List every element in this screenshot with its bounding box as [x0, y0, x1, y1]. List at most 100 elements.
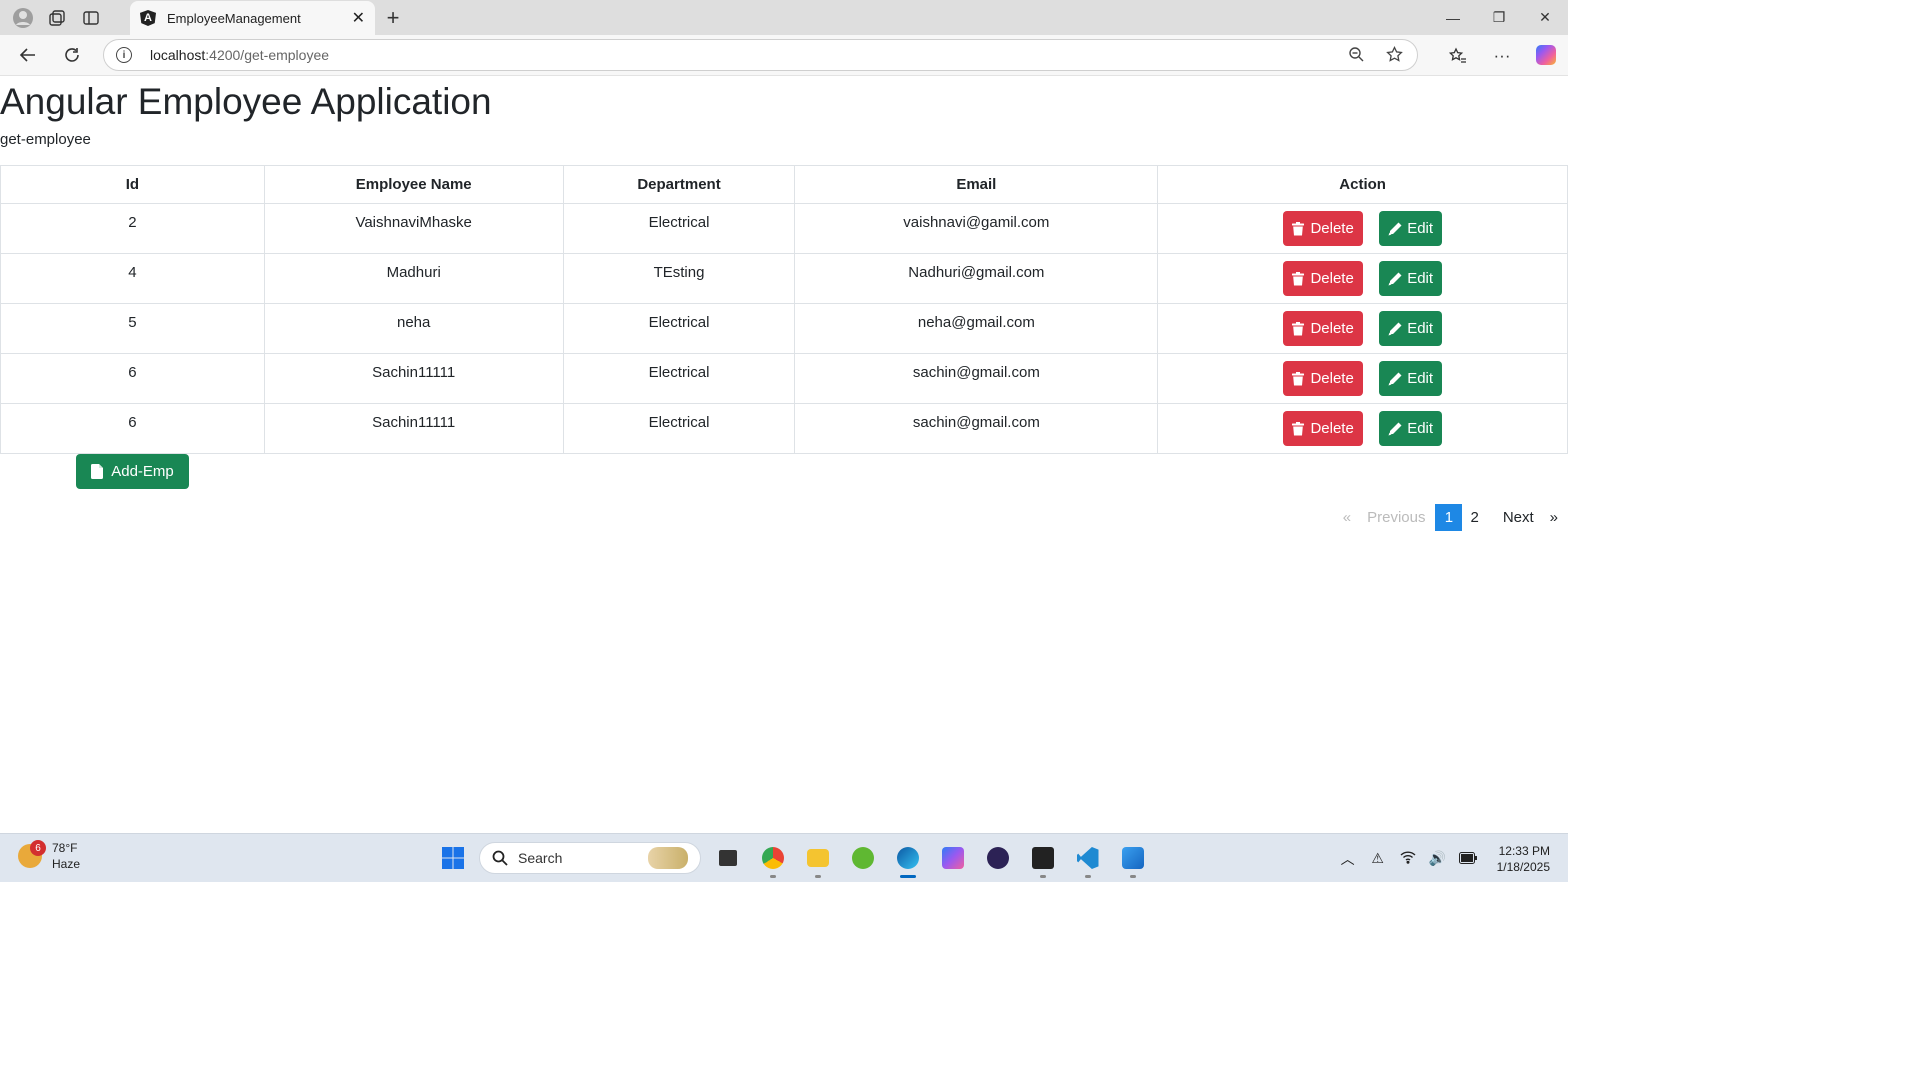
pagination-next[interactable]: Next [1495, 509, 1542, 526]
running-indicator [814, 875, 821, 878]
weather-temp: 78°F [52, 841, 78, 855]
column-header-name: Employee Name [263, 165, 564, 204]
cell-id: 5 [0, 303, 265, 354]
table-row: 2 VaishnaviMhaske Electrical vaishnavi@gami… [0, 203, 1568, 254]
column-header-email: Email [794, 165, 1159, 204]
eclipse-icon[interactable] [975, 838, 1020, 878]
copilot-icon[interactable] [1536, 45, 1556, 65]
browser-toolbar-right: ··· [1436, 35, 1568, 76]
edit-button[interactable]: Edit [1379, 211, 1443, 246]
close-tab-icon[interactable]: ✕ [352, 8, 365, 28]
clock-time: 12:33 PM [1498, 843, 1550, 858]
terminal-icon[interactable] [1020, 838, 1065, 878]
profile-icon[interactable] [6, 0, 40, 35]
delete-label: Delete [1310, 270, 1354, 287]
trash-icon [1292, 271, 1307, 286]
edit-button[interactable]: Edit [1379, 361, 1443, 396]
running-indicator [1129, 875, 1136, 878]
pagination-page-2[interactable]: 2 [1462, 509, 1486, 526]
cell-id: 2 [0, 203, 265, 254]
paint-icon[interactable] [1110, 838, 1155, 878]
network-alert-icon[interactable]: ⚠ [1363, 850, 1393, 867]
chevron-up-icon[interactable]: ︿ [1333, 849, 1363, 869]
reload-icon[interactable] [50, 35, 94, 76]
vertical-tabs-icon[interactable] [74, 0, 108, 35]
taskbar-search[interactable]: Search [479, 842, 701, 874]
delete-button[interactable]: Delete [1283, 211, 1364, 246]
edit-button[interactable]: Edit [1379, 311, 1443, 346]
active-indicator [899, 875, 916, 878]
favorite-star-icon[interactable] [1386, 45, 1403, 68]
pagination-previous: Previous [1367, 509, 1426, 526]
search-icon [492, 850, 508, 866]
cell-department: Electrical [562, 203, 796, 254]
address-bar[interactable]: i localhost:4200/get-employee [103, 39, 1418, 71]
file-explorer-icon[interactable] [795, 838, 840, 878]
cell-actions: Delete Edit [1157, 253, 1568, 304]
running-indicator [1039, 875, 1046, 878]
edge-icon[interactable] [885, 838, 930, 878]
trash-icon [1292, 421, 1307, 436]
cell-email: sachin@gmail.com [794, 403, 1159, 454]
pagination: « Previous 1 2 Next » [1335, 504, 1568, 531]
employee-table: Id Employee Name Department Email Action… [0, 165, 1568, 454]
minimize-icon[interactable]: — [1430, 0, 1476, 35]
workspaces-icon[interactable] [40, 0, 74, 35]
weather-desc: Haze [52, 857, 81, 871]
pencil-icon [1388, 422, 1405, 436]
add-employee-button[interactable]: Add-Emp [76, 454, 189, 489]
delete-button[interactable]: Delete [1283, 411, 1364, 446]
windows-taskbar: 6 78°F Haze Search ︿ ⚠ 🔊 12:33 PM 1/18/2… [0, 833, 1568, 882]
edit-label: Edit [1407, 270, 1434, 287]
new-tab-icon[interactable]: + [380, 0, 406, 35]
favorites-icon[interactable] [1436, 35, 1480, 76]
delete-button[interactable]: Delete [1283, 311, 1364, 346]
pencil-icon [1388, 372, 1405, 386]
clock-date: 1/18/2025 [1496, 859, 1550, 874]
system-tray: ︿ ⚠ 🔊 12:33 PM 1/18/2025 [1333, 834, 1568, 883]
cell-actions: Delete Edit [1157, 353, 1568, 404]
back-icon[interactable] [6, 35, 50, 76]
pagination-first: « [1342, 509, 1352, 526]
system-clock[interactable]: 12:33 PM 1/18/2025 [1497, 843, 1550, 875]
volume-icon[interactable]: 🔊 [1423, 850, 1453, 867]
edit-button[interactable]: Edit [1379, 261, 1443, 296]
spring-tool-icon[interactable] [840, 838, 885, 878]
tab-employee-management[interactable]: A EmployeeManagement ✕ [130, 1, 375, 35]
cell-id: 4 [0, 253, 265, 304]
weather-widget[interactable]: 6 78°F Haze [18, 840, 80, 872]
cell-name: neha [263, 303, 564, 354]
column-header-id: Id [0, 165, 265, 204]
battery-icon[interactable] [1453, 851, 1483, 867]
add-employee-label: Add-Emp [111, 463, 174, 480]
cell-department: Electrical [562, 353, 796, 404]
weather-badge: 6 [30, 840, 46, 856]
pagination-page-1[interactable]: 1 [1435, 504, 1463, 531]
edit-label: Edit [1407, 420, 1434, 437]
cell-name: Sachin11111 [263, 353, 564, 404]
table-row: 5 neha Electrical neha@gmail.com Delete Edit [0, 303, 1568, 354]
more-options-icon[interactable]: ··· [1480, 35, 1524, 76]
chrome-icon[interactable] [750, 838, 795, 878]
site-info-icon[interactable]: i [116, 47, 132, 63]
cell-email: sachin@gmail.com [794, 353, 1159, 404]
start-icon[interactable] [430, 838, 475, 878]
vscode-icon[interactable] [1065, 838, 1110, 878]
delete-button[interactable]: Delete [1283, 261, 1364, 296]
copilot-app-icon[interactable] [930, 838, 975, 878]
weather-icon: 6 [18, 840, 46, 868]
edit-button[interactable]: Edit [1379, 411, 1443, 446]
delete-button[interactable]: Delete [1283, 361, 1364, 396]
zoom-out-icon[interactable] [1348, 46, 1364, 68]
task-view-icon[interactable] [705, 838, 750, 878]
trash-icon [1292, 221, 1307, 236]
cell-actions: Delete Edit [1157, 403, 1568, 454]
restore-icon[interactable]: ❐ [1476, 0, 1522, 35]
wifi-icon[interactable] [1393, 850, 1423, 867]
close-window-icon[interactable]: ✕ [1522, 0, 1568, 35]
running-indicator [769, 875, 776, 878]
window-controls: — ❐ ✕ [1430, 0, 1568, 35]
pagination-last[interactable]: » [1542, 509, 1568, 526]
taskbar-apps: Search [430, 838, 1155, 878]
cell-actions: Delete Edit [1157, 203, 1568, 254]
